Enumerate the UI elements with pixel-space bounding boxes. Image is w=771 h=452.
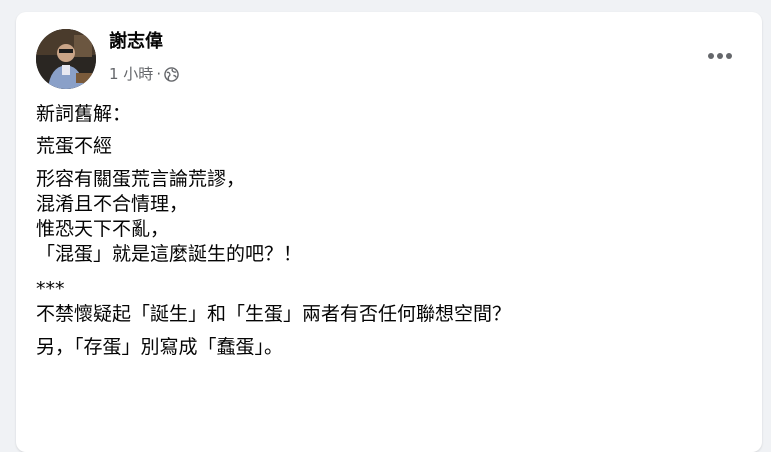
post-card: 謝志偉 1 小時 · 新詞舊解： 荒蛋不經 形容有關蛋荒言論荒謬， 混淆且不合情… (16, 12, 762, 452)
post-line: 新詞舊解： (36, 103, 132, 125)
more-dots-icon (708, 53, 714, 59)
post-meta: 1 小時 · (109, 64, 179, 84)
more-dots-icon (717, 53, 723, 59)
post-line: 混淆且不合情理， (36, 193, 189, 215)
author-name[interactable]: 謝志偉 (109, 30, 163, 54)
post-line: 荒蛋不經 (36, 135, 113, 157)
post-line: 「混蛋」就是這麼誕生的吧？！ (36, 243, 303, 265)
post-line: *** (36, 278, 65, 300)
post-line: 另，「存蛋」別寫成「蠢蛋」。 (36, 336, 284, 358)
post-line: 不禁懷疑起「誕生」和「生蛋」兩者有否任何聯想空間？ (36, 303, 512, 325)
meta-separator: · (156, 65, 162, 83)
avatar-image (36, 29, 96, 89)
avatar[interactable] (36, 29, 96, 89)
post-line: 惟恐天下不亂， (36, 218, 170, 240)
more-dots-icon (726, 53, 732, 59)
more-options-button[interactable] (702, 42, 738, 70)
post-time[interactable]: 1 小時 (109, 64, 153, 84)
post-line: 形容有關蛋荒言論荒謬， (36, 168, 246, 190)
globe-icon[interactable] (164, 66, 179, 82)
post-body: 新詞舊解： 荒蛋不經 形容有關蛋荒言論荒謬， 混淆且不合情理， 惟恐天下不亂， … (36, 102, 746, 360)
